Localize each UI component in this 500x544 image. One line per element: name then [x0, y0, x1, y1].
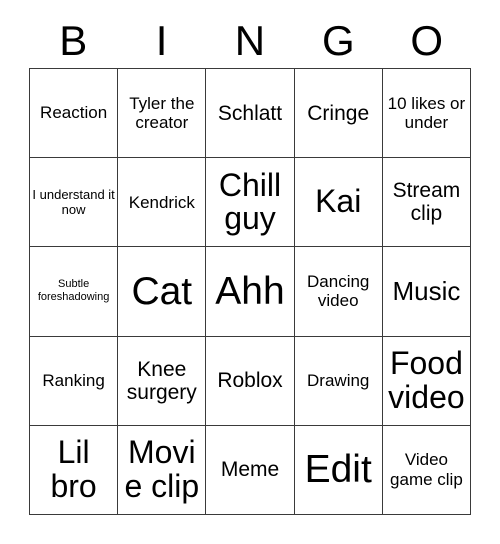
bingo-cell[interactable]: Drawing: [294, 336, 383, 426]
bingo-cell-label: Food video: [388, 345, 465, 415]
bingo-cell-label: I understand it now: [32, 186, 115, 218]
bingo-row: Reaction Tyler the creator Schlatt Cring…: [30, 69, 472, 159]
bingo-cell-label: 10 likes or under: [387, 93, 466, 133]
bingo-cell[interactable]: Roblox: [206, 336, 295, 426]
bingo-cell-label: Drawing: [307, 370, 370, 390]
bingo-cell-label: Subtle foreshadowing: [37, 277, 110, 304]
bingo-cell[interactable]: Ahh: [206, 247, 295, 337]
bingo-row: Subtle foreshadowing Cat Ahh Dancing vid…: [30, 247, 472, 337]
bingo-row: I understand it now Kendrick Chill guy K…: [30, 158, 472, 248]
bingo-cell[interactable]: Edit: [294, 425, 383, 515]
bingo-header: B I N G O: [29, 14, 471, 68]
bingo-cell-label: Reaction: [40, 103, 108, 123]
bingo-cell[interactable]: Tyler the creator: [118, 69, 207, 159]
bingo-cell[interactable]: Kendrick: [118, 158, 207, 248]
bingo-cell[interactable]: Video game clip: [382, 425, 472, 515]
bingo-cell-label: Movie clip: [124, 434, 200, 504]
bingo-header-letter-i: I: [155, 17, 168, 64]
bingo-header-letter-b: B: [59, 17, 88, 64]
bingo-cell[interactable]: I understand it now: [30, 158, 119, 248]
bingo-cell-label: Chill guy: [218, 166, 282, 237]
bingo-cell-label: Roblox: [217, 369, 283, 393]
bingo-cell-label: Lil bro: [50, 434, 97, 504]
bingo-cell-label: Schlatt: [217, 101, 283, 125]
bingo-row: Lil bro Movie clip Meme Edit Video game …: [30, 425, 472, 515]
bingo-cell[interactable]: Meme: [206, 425, 295, 515]
bingo-cell-label: Kai: [315, 183, 362, 220]
bingo-cell[interactable]: 10 likes or under: [382, 69, 472, 159]
bingo-cell[interactable]: Knee surgery: [118, 336, 207, 426]
bingo-cell[interactable]: Schlatt: [206, 69, 295, 159]
bingo-cell[interactable]: Kai: [294, 158, 383, 248]
bingo-cell-label: Stream clip: [392, 179, 461, 226]
bingo-cell[interactable]: Stream clip: [382, 158, 472, 248]
bingo-cell-label: Dancing video: [307, 271, 370, 311]
bingo-cell-label: Ahh: [215, 269, 285, 313]
bingo-row: Ranking Knee surgery Roblox Drawing Food…: [30, 336, 472, 426]
bingo-cell[interactable]: Subtle foreshadowing: [30, 247, 119, 337]
bingo-cell-label: Ranking: [42, 370, 105, 390]
bingo-cell[interactable]: Movie clip: [118, 425, 207, 515]
bingo-card: B I N G O Reaction Tyler the creator Sch…: [29, 14, 472, 515]
bingo-cell-label: Video game clip: [390, 450, 463, 489]
bingo-header-letter-g: G: [322, 17, 355, 64]
bingo-cell-label: Meme: [220, 458, 280, 482]
bingo-cell[interactable]: Lil bro: [30, 425, 119, 515]
bingo-cell-label: Tyler the creator: [129, 93, 195, 133]
bingo-cell[interactable]: Food video: [382, 336, 472, 426]
bingo-header-letter-n: N: [234, 17, 266, 64]
bingo-cell-label: Edit: [304, 447, 372, 491]
bingo-cell-label: Music: [392, 276, 461, 307]
bingo-header-letter-o: O: [410, 17, 444, 64]
bingo-cell-label: Cat: [131, 269, 193, 313]
bingo-cell[interactable]: Cringe: [294, 69, 383, 159]
bingo-cell[interactable]: Dancing video: [294, 247, 383, 337]
bingo-cell[interactable]: Ranking: [30, 336, 119, 426]
bingo-cell-label: Cringe: [307, 101, 370, 125]
bingo-cell[interactable]: Cat: [118, 247, 207, 337]
bingo-cell[interactable]: Chill guy: [206, 158, 295, 248]
bingo-cell-label: Knee surgery: [126, 357, 197, 404]
bingo-cell[interactable]: Music: [382, 247, 472, 337]
bingo-cell-label: Kendrick: [128, 192, 195, 212]
bingo-grid: Reaction Tyler the creator Schlatt Cring…: [29, 68, 472, 515]
bingo-cell[interactable]: Reaction: [30, 69, 119, 159]
